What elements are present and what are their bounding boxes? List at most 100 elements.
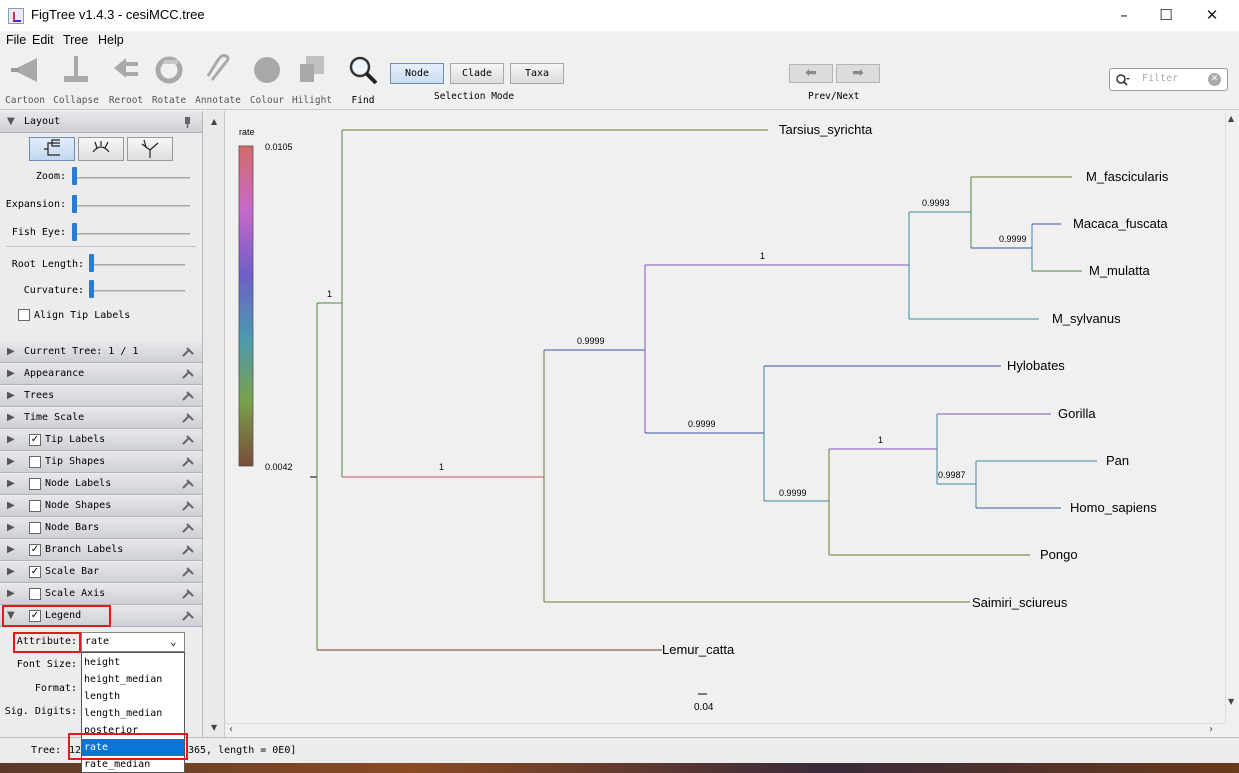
- next-button[interactable]: ➡: [836, 64, 880, 83]
- tip-shapes-checkbox[interactable]: [29, 456, 41, 468]
- zoom-slider-thumb[interactable]: [72, 167, 77, 185]
- menu-file[interactable]: File: [6, 33, 26, 47]
- vertical-scrollbar[interactable]: ▲ ▼: [1225, 111, 1239, 723]
- tip-label[interactable]: Hylobates: [1007, 358, 1065, 373]
- branch-labels-checkbox[interactable]: ✓: [29, 544, 41, 556]
- layout-panel-header[interactable]: ▼ Layout: [0, 112, 202, 133]
- tip-label[interactable]: M_mulatta: [1089, 263, 1150, 278]
- scroll-left-icon[interactable]: ‹: [229, 724, 233, 735]
- attribute-option-height-median[interactable]: height_median: [82, 671, 184, 688]
- panel-legend[interactable]: ▼ ✓ Legend: [0, 606, 202, 627]
- panel-scale-axis[interactable]: ▶ Scale Axis: [0, 584, 202, 605]
- scroll-down-icon[interactable]: ▼: [211, 723, 217, 732]
- menu-edit[interactable]: Edit: [32, 33, 54, 47]
- panel-current-tree[interactable]: ▶ Current Tree: 1 / 1: [0, 342, 202, 363]
- attribute-option-rate-median[interactable]: rate_median: [82, 756, 184, 773]
- maximize-button[interactable]: ☐: [1143, 0, 1189, 31]
- menu-tree[interactable]: Tree: [63, 33, 88, 47]
- scale-bar-checkbox[interactable]: ✓: [29, 566, 41, 578]
- filter-search-field[interactable]: Filter ✕: [1109, 68, 1228, 91]
- menu-help[interactable]: Help: [98, 33, 124, 47]
- radial-layout-button[interactable]: [127, 137, 173, 161]
- attribute-option-posterior[interactable]: posterior: [82, 722, 184, 739]
- pin-icon[interactable]: [181, 391, 195, 402]
- tip-label[interactable]: Lemur_catta: [662, 642, 735, 657]
- pin-icon[interactable]: [181, 567, 195, 578]
- tip-label[interactable]: M_fascicularis: [1086, 169, 1169, 184]
- attribute-option-height[interactable]: height: [82, 654, 184, 671]
- collapse-tool[interactable]: Collapse: [51, 54, 101, 106]
- pin-icon[interactable]: [181, 479, 195, 490]
- pin-icon[interactable]: [181, 347, 195, 358]
- prev-button[interactable]: ⬅: [789, 64, 833, 83]
- annotate-tool[interactable]: Annotate: [193, 54, 243, 106]
- panel-node-shapes[interactable]: ▶ Node Shapes: [0, 496, 202, 517]
- tip-label[interactable]: Gorilla: [1058, 406, 1096, 421]
- selection-mode-taxa[interactable]: Taxa: [510, 63, 564, 84]
- panel-tip-labels[interactable]: ▶ ✓ Tip Labels: [0, 430, 202, 451]
- find-tool[interactable]: Find: [338, 54, 388, 106]
- pin-icon[interactable]: [181, 545, 195, 556]
- pin-icon[interactable]: [181, 611, 195, 622]
- pin-icon[interactable]: [181, 117, 195, 128]
- cartoon-tool[interactable]: Cartoon: [0, 54, 50, 106]
- tip-label[interactable]: M_sylvanus: [1052, 311, 1121, 326]
- tip-label[interactable]: Homo_sapiens: [1070, 500, 1157, 515]
- tip-label[interactable]: Pan: [1106, 453, 1129, 468]
- scroll-right-icon[interactable]: ›: [1209, 724, 1213, 735]
- tip-label[interactable]: Pongo: [1040, 547, 1078, 562]
- horizontal-scrollbar[interactable]: ‹ ›: [225, 723, 1225, 737]
- scroll-up-icon[interactable]: ▲: [211, 117, 217, 126]
- node-shapes-checkbox[interactable]: [29, 500, 41, 512]
- panel-node-bars[interactable]: ▶ Node Bars: [0, 518, 202, 539]
- curvature-slider-track[interactable]: [90, 290, 185, 292]
- tree-canvas[interactable]: rate 0.0105 0.0042 Tarsius_syrichta M_fas…: [225, 111, 1239, 737]
- scroll-down-icon[interactable]: ▼: [1228, 697, 1234, 706]
- panel-appearance[interactable]: ▶ Appearance: [0, 364, 202, 385]
- selection-mode-clade[interactable]: Clade: [450, 63, 504, 84]
- root-length-slider-track[interactable]: [90, 264, 185, 266]
- pin-icon[interactable]: [181, 435, 195, 446]
- tip-label[interactable]: Saimiri_sciureus: [972, 595, 1068, 610]
- curvature-slider-thumb[interactable]: [89, 280, 94, 298]
- pin-icon[interactable]: [181, 589, 195, 600]
- polar-layout-button[interactable]: [78, 137, 124, 161]
- tip-label[interactable]: Tarsius_syrichta: [779, 122, 873, 137]
- rectangular-layout-button[interactable]: [29, 137, 75, 161]
- close-window-button[interactable]: ✕: [1189, 0, 1235, 31]
- panel-time-scale[interactable]: ▶ Time Scale: [0, 408, 202, 429]
- node-labels-checkbox[interactable]: [29, 478, 41, 490]
- panel-scale-bar[interactable]: ▶ ✓ Scale Bar: [0, 562, 202, 583]
- tip-labels-checkbox[interactable]: ✓: [29, 434, 41, 446]
- attribute-option-length[interactable]: length: [82, 688, 184, 705]
- minimize-button[interactable]: –: [1101, 0, 1147, 31]
- pin-icon[interactable]: [181, 457, 195, 468]
- panel-trees[interactable]: ▶ Trees: [0, 386, 202, 407]
- rotate-tool[interactable]: Rotate: [144, 54, 194, 106]
- fish-eye-slider-thumb[interactable]: [72, 223, 77, 241]
- align-tip-labels-checkbox[interactable]: [18, 309, 30, 321]
- attribute-option-rate[interactable]: rate: [82, 739, 184, 756]
- pin-icon[interactable]: [181, 369, 195, 380]
- colour-tool[interactable]: Colour: [242, 54, 292, 106]
- panel-node-labels[interactable]: ▶ Node Labels: [0, 474, 202, 495]
- tip-label[interactable]: Macaca_fuscata: [1073, 216, 1168, 231]
- expansion-slider-thumb[interactable]: [72, 195, 77, 213]
- pin-icon[interactable]: [181, 413, 195, 424]
- panel-tip-shapes[interactable]: ▶ Tip Shapes: [0, 452, 202, 473]
- panel-branch-labels[interactable]: ▶ ✓ Branch Labels: [0, 540, 202, 561]
- attribute-option-length-median[interactable]: length_median: [82, 705, 184, 722]
- pin-icon[interactable]: [181, 523, 195, 534]
- clear-filter-icon[interactable]: ✕: [1208, 73, 1221, 86]
- attribute-select[interactable]: rate ⌄: [81, 632, 185, 652]
- expansion-slider-track[interactable]: [74, 205, 190, 207]
- fish-eye-slider-track[interactable]: [74, 233, 190, 235]
- hilight-tool[interactable]: Hilight: [287, 54, 337, 106]
- sidebar-splitter[interactable]: ▲ ▼: [203, 111, 225, 737]
- legend-checkbox[interactable]: ✓: [29, 610, 41, 622]
- zoom-slider-track[interactable]: [74, 177, 190, 179]
- scale-axis-checkbox[interactable]: [29, 588, 41, 600]
- node-bars-checkbox[interactable]: [29, 522, 41, 534]
- root-length-slider-thumb[interactable]: [89, 254, 94, 272]
- pin-icon[interactable]: [181, 501, 195, 512]
